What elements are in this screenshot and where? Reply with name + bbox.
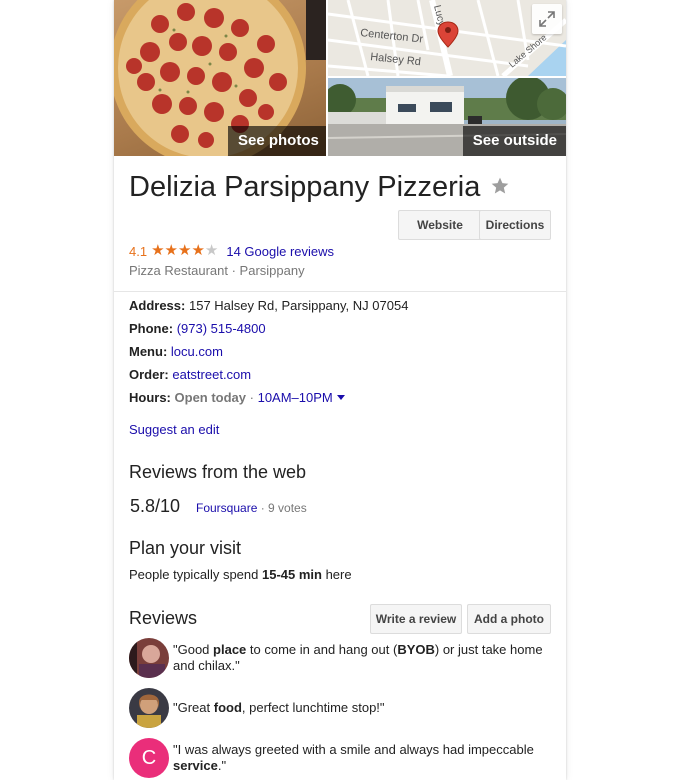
review-item[interactable]: "Good place to come in and hang out (BYO…	[129, 638, 559, 678]
order-row: Order: eatstreet.com	[129, 367, 251, 383]
vote-count: · 9 votes	[257, 501, 307, 515]
hours-label: Hours:	[129, 390, 171, 405]
photo-header: See photos Centerton Dr Halsey Rd Lucy R…	[114, 0, 566, 156]
review-quote: "I was always greeted with a smile and a…	[173, 742, 534, 773]
order-label: Order:	[129, 367, 169, 382]
write-review-button[interactable]: Write a review	[370, 604, 462, 634]
add-photo-button[interactable]: Add a photo	[467, 604, 551, 634]
star-icon: ★	[151, 242, 165, 259]
hours-row: Hours: Open today · 10AM–10PM	[129, 390, 345, 406]
review-item[interactable]: C "I was always greeted with a smile and…	[129, 738, 559, 778]
directions-button[interactable]: Directions	[479, 210, 551, 240]
suggest-edit-link[interactable]: Suggest an edit	[129, 422, 219, 437]
street-view-photo[interactable]: See outside	[328, 78, 566, 156]
review-quote: "Great food, perfect lunchtime stop!"	[173, 700, 385, 715]
expand-icon	[539, 11, 555, 27]
phone-label: Phone:	[129, 321, 174, 336]
caret-down-icon	[336, 395, 345, 401]
visit-duration-text: People typically spend 15-45 min here	[129, 567, 352, 582]
review-quote: "Good place to come in and hang out (BYO…	[173, 642, 543, 673]
reviewer-avatar	[129, 688, 169, 728]
menu-link[interactable]: locu.com	[171, 344, 223, 359]
phone-link[interactable]: (973) 515-4800	[177, 321, 266, 336]
see-photos-label[interactable]: See photos	[228, 126, 326, 156]
rating-value: 4.1	[129, 243, 148, 259]
divider	[114, 291, 566, 292]
phone-row: Phone: (973) 515-4800	[129, 321, 266, 337]
reviewer-avatar	[129, 638, 169, 678]
visit-duration-suffix: here	[321, 567, 352, 582]
save-star-icon[interactable]	[490, 176, 510, 196]
website-button[interactable]: Website	[398, 210, 482, 240]
visit-duration-prefix: People typically spend	[129, 567, 262, 582]
place-title: Delizia Parsippany Pizzeria	[129, 171, 481, 203]
web-review-source: Foursquare · 9 votes	[196, 501, 307, 515]
rating-stars: ★ ★ ★ ★ ★	[151, 243, 218, 259]
star-icon: ★	[191, 242, 205, 259]
map-thumbnail[interactable]: Centerton Dr Halsey Rd Lucy Rd Lake Shor…	[328, 0, 566, 76]
hours-dropdown[interactable]: 10AM–10PM	[258, 390, 345, 405]
address-value: 157 Halsey Rd, Parsippany, NJ 07054	[188, 298, 409, 313]
star-icon: ★	[177, 242, 192, 259]
expand-map-button[interactable]	[532, 4, 562, 34]
star-icon: ★	[164, 242, 178, 259]
reviews-heading: Reviews	[129, 608, 198, 628]
foursquare-link[interactable]: Foursquare	[196, 501, 257, 515]
rating-row: 4.1 ★ ★ ★ ★ ★ 14 Google reviews	[129, 242, 334, 260]
place-category: Pizza Restaurant · Parsippany	[129, 263, 305, 278]
menu-label: Menu:	[129, 344, 168, 359]
star-icon: ★	[204, 242, 219, 259]
address-row: Address: 157 Halsey Rd, Parsippany, NJ 0…	[129, 298, 408, 314]
order-link[interactable]: eatstreet.com	[172, 367, 251, 382]
see-outside-label[interactable]: See outside	[462, 126, 566, 156]
pizza-photo[interactable]: See photos	[114, 0, 326, 156]
plan-visit-heading: Plan your visit	[129, 538, 242, 558]
knowledge-panel: See photos Centerton Dr Halsey Rd Lucy R…	[114, 0, 566, 780]
reviewer-avatar: C	[129, 738, 169, 778]
web-reviews-heading: Reviews from the web	[129, 462, 307, 482]
web-review-score: 5.8/10	[130, 496, 181, 516]
hours-separator: ·	[246, 390, 258, 405]
google-reviews-link[interactable]: 14 Google reviews	[226, 244, 334, 259]
review-item[interactable]: "Great food, perfect lunchtime stop!"	[129, 688, 559, 728]
hours-value: 10AM–10PM	[257, 390, 333, 405]
hours-status: Open today	[174, 390, 247, 405]
menu-row: Menu: locu.com	[129, 344, 223, 360]
address-label: Address:	[129, 298, 186, 313]
visit-duration-value: 15-45 min	[261, 567, 322, 582]
